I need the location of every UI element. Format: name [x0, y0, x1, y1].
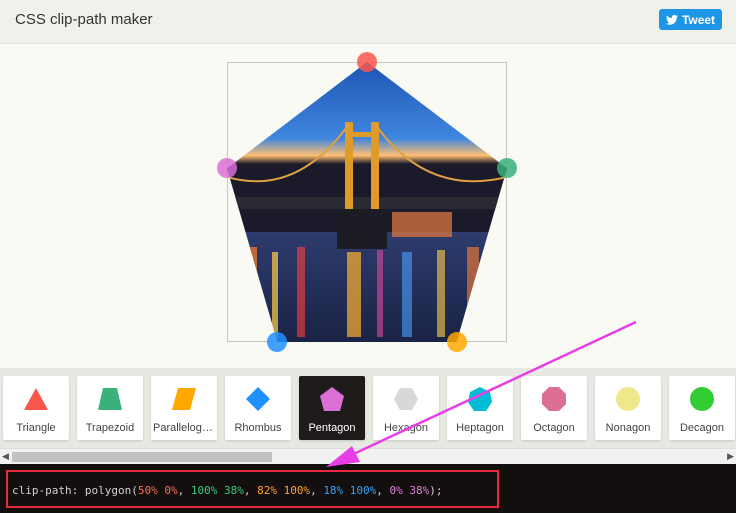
shape-label: Decagon [679, 422, 725, 434]
trapezoid-icon [98, 388, 122, 410]
shape-label: Rhombus [234, 422, 282, 434]
code-property: clip-path: [12, 484, 79, 497]
shape-rhombus[interactable]: Rhombus [225, 376, 291, 440]
vertex-handle-4[interactable] [267, 332, 287, 352]
shape-label: Parallelogram [153, 422, 215, 434]
vertex-handle-1[interactable] [357, 52, 377, 72]
shape-label: Trapezoid [85, 422, 135, 434]
header-bar: CSS clip-path maker Tweet [0, 0, 736, 44]
shape-hexagon[interactable]: Hexagon [373, 376, 439, 440]
code-point-1: 50% 0% [137, 484, 178, 497]
scrollbar-thumb[interactable] [12, 452, 272, 462]
shape-pentagon[interactable]: Pentagon [299, 376, 365, 440]
shape-label: Heptagon [456, 422, 504, 434]
shape-label: Hexagon [383, 422, 429, 434]
octagon-icon [542, 387, 566, 411]
code-point-4: 18% 100% [323, 484, 377, 497]
vertex-handle-5[interactable] [217, 158, 237, 178]
heptagon-icon [468, 387, 492, 411]
decagon-icon [690, 387, 714, 411]
shape-parallelogram[interactable]: Parallelogram [151, 376, 217, 440]
code-close: ); [429, 484, 443, 497]
shape-label: Pentagon [308, 422, 356, 434]
code-point-5: 0% 38% [389, 484, 430, 497]
horizontal-scrollbar[interactable]: ◀ ▶ [0, 448, 736, 464]
scroll-right-icon[interactable]: ▶ [727, 451, 734, 462]
scroll-left-icon[interactable]: ◀ [2, 451, 9, 462]
shape-picker: Triangle Trapezoid Parallelogram Rhombus… [0, 368, 736, 448]
tweet-label: Tweet [681, 12, 716, 27]
clip-path-code[interactable]: clip-path: polygon(50% 0%, 100% 38%, 82%… [12, 484, 443, 497]
rhombus-icon [246, 387, 270, 411]
vertex-handle-2[interactable] [497, 158, 517, 178]
shape-label: Octagon [533, 422, 575, 434]
hexagon-icon [394, 388, 418, 410]
code-point-3: 82% 100% [257, 484, 311, 497]
twitter-bird-icon [665, 14, 678, 25]
code-point-2: 100% 38% [190, 484, 244, 497]
page-title: CSS clip-path maker [15, 11, 153, 28]
shape-decagon[interactable]: Decagon [669, 376, 735, 440]
shape-trapezoid[interactable]: Trapezoid [77, 376, 143, 440]
shape-label: Nonagon [605, 422, 651, 434]
shape-octagon[interactable]: Octagon [521, 376, 587, 440]
shape-nonagon[interactable]: Nonagon [595, 376, 661, 440]
parallelogram-icon [172, 388, 196, 410]
code-function: polygon( [84, 484, 138, 497]
nonagon-icon [616, 387, 640, 411]
code-output: clip-path: polygon(50% 0%, 100% 38%, 82%… [0, 464, 736, 513]
shape-heptagon[interactable]: Heptagon [447, 376, 513, 440]
shape-triangle[interactable]: Triangle [3, 376, 69, 440]
tweet-button[interactable]: Tweet [659, 9, 722, 30]
pentagon-icon [320, 387, 344, 411]
vertex-handle-3[interactable] [447, 332, 467, 352]
triangle-icon [24, 388, 48, 410]
shape-label: Triangle [16, 422, 56, 434]
